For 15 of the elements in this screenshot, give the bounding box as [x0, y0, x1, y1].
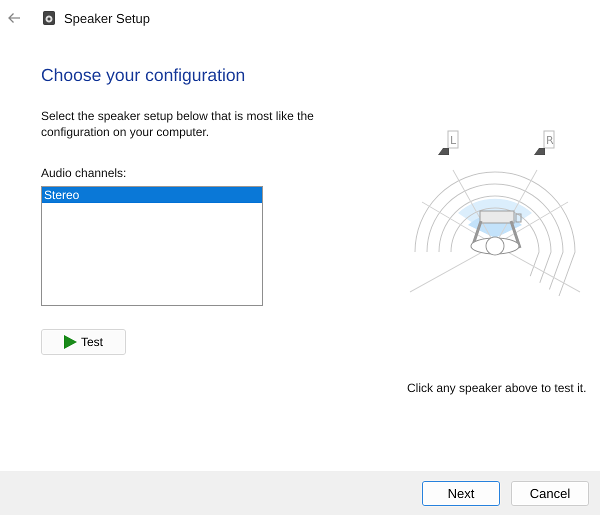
play-icon	[64, 335, 77, 349]
dialog-button[interactable]: Cancel	[511, 480, 589, 506]
instruction-text: Select the speaker setup below that is most like the configuration on your computer.	[41, 108, 315, 140]
audio-channels-list[interactable]: Stereo	[41, 186, 263, 306]
speaker-drawing[interactable]: L	[438, 130, 458, 155]
speaker-icon	[42, 10, 56, 26]
back-arrow-icon[interactable]	[7, 12, 21, 24]
hint-text: Click any speaker above to test it.	[407, 381, 586, 395]
dialog-button[interactable]: Next	[422, 480, 500, 506]
page-heading: Choose your configuration	[41, 65, 246, 86]
window-title: Speaker Setup	[64, 10, 150, 26]
list-item[interactable]: Stereo	[42, 187, 262, 203]
field-label: Audio channels:	[41, 166, 126, 180]
test-button[interactable]: Test	[41, 329, 126, 355]
speaker-drawing[interactable]: R	[534, 130, 554, 155]
